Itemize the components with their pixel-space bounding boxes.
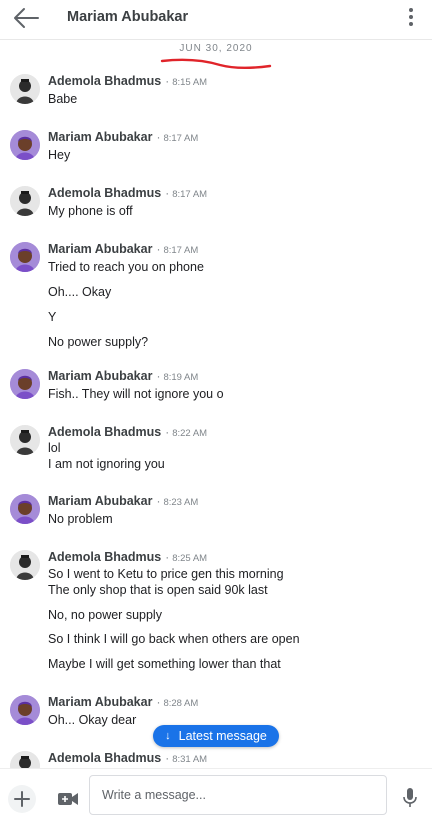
- message-text: So I went to Ketu to price gen this morn…: [48, 567, 284, 581]
- message-text: Babe: [48, 92, 78, 106]
- message-text: The only shop that is open said 90k last: [48, 583, 268, 597]
- sender-name: Mariam Abubakar: [48, 130, 153, 144]
- message-sender-line: Ademola Bhadmus · 8:17 AM: [48, 186, 208, 200]
- message-text: No power supply?: [48, 335, 149, 349]
- sender-name: Mariam Abubakar: [48, 369, 153, 383]
- message-text: No problem: [48, 512, 113, 526]
- avatar[interactable]: [10, 186, 40, 216]
- sender-name: Mariam Abubakar: [48, 695, 153, 709]
- message-time: 8:28 AM: [163, 698, 199, 709]
- more-options-icon[interactable]: [406, 6, 416, 30]
- message-text: Fish.. They will not ignore you o: [48, 387, 224, 401]
- message-time: 8:25 AM: [172, 553, 208, 564]
- sender-name: Mariam Abubakar: [48, 494, 153, 508]
- avatar[interactable]: [10, 550, 40, 580]
- sender-name: Mariam Abubakar: [48, 242, 153, 256]
- back-arrow-icon[interactable]: [12, 6, 40, 30]
- message-text: Maybe I will get something lower than th…: [48, 657, 281, 671]
- message-text: Hey: [48, 148, 71, 162]
- message-composer: [0, 768, 432, 818]
- avatar[interactable]: [10, 695, 40, 725]
- message-time: 8:17 AM: [172, 189, 208, 200]
- date-separator: JUN 30, 2020: [179, 43, 253, 54]
- red-underline-mark: [160, 58, 272, 69]
- sender-name: Ademola Bhadmus: [48, 74, 162, 88]
- message-time: 8:19 AM: [163, 372, 199, 383]
- latest-message-button[interactable]: ↓ Latest message: [153, 725, 279, 747]
- message-text: Y: [48, 310, 57, 324]
- avatar[interactable]: [10, 242, 40, 272]
- conversation-title: Mariam Abubakar: [67, 9, 189, 25]
- video-icon[interactable]: [57, 791, 79, 807]
- latest-message-label: Latest message: [178, 729, 267, 743]
- message-sender-line: Ademola Bhadmus · 8:15 AM: [48, 74, 208, 88]
- message-sender-line: Mariam Abubakar · 8:28 AM: [48, 695, 199, 709]
- message-sender-line: Ademola Bhadmus · 8:22 AM: [48, 425, 208, 439]
- message-text: Oh.... Okay: [48, 285, 112, 299]
- message-sender-line: Mariam Abubakar · 8:17 AM: [48, 242, 199, 256]
- message-sender-line: Mariam Abubakar · 8:23 AM: [48, 494, 199, 508]
- message-sender-line: Mariam Abubakar · 8:17 AM: [48, 130, 199, 144]
- message-text: So I think I will go back when others ar…: [48, 632, 300, 646]
- sender-name: Ademola Bhadmus: [48, 550, 162, 564]
- avatar[interactable]: [10, 74, 40, 104]
- message-sender-line: Ademola Bhadmus · 8:25 AM: [48, 550, 208, 564]
- avatar[interactable]: [10, 369, 40, 399]
- plus-icon: [14, 791, 30, 807]
- message-text: No, no power supply: [48, 608, 162, 622]
- message-text: Oh... Okay dear: [48, 713, 137, 727]
- message-time: 8:17 AM: [163, 245, 199, 256]
- sender-name: Ademola Bhadmus: [48, 186, 162, 200]
- avatar[interactable]: [10, 130, 40, 160]
- message-time: 8:15 AM: [172, 77, 208, 88]
- message-text: lol: [48, 441, 61, 455]
- sender-name: Ademola Bhadmus: [48, 425, 162, 439]
- mic-icon[interactable]: [402, 787, 418, 809]
- sender-name: Ademola Bhadmus: [48, 751, 162, 765]
- message-text: Tried to reach you on phone: [48, 260, 204, 274]
- message-text: My phone is off: [48, 204, 133, 218]
- message-sender-line: Ademola Bhadmus · 8:31 AM: [48, 751, 208, 765]
- message-time: 8:22 AM: [172, 428, 208, 439]
- message-time: 8:23 AM: [163, 497, 199, 508]
- avatar[interactable]: [10, 425, 40, 455]
- message-input[interactable]: [89, 775, 387, 815]
- add-button[interactable]: [8, 785, 36, 813]
- app-bar: Mariam Abubakar: [0, 0, 432, 40]
- message-text: I am not ignoring you: [48, 457, 165, 471]
- message-time: 8:17 AM: [163, 133, 199, 144]
- arrow-down-icon: ↓: [165, 730, 171, 742]
- avatar[interactable]: [10, 494, 40, 524]
- message-time: 8:31 AM: [172, 754, 208, 765]
- message-sender-line: Mariam Abubakar · 8:19 AM: [48, 369, 199, 383]
